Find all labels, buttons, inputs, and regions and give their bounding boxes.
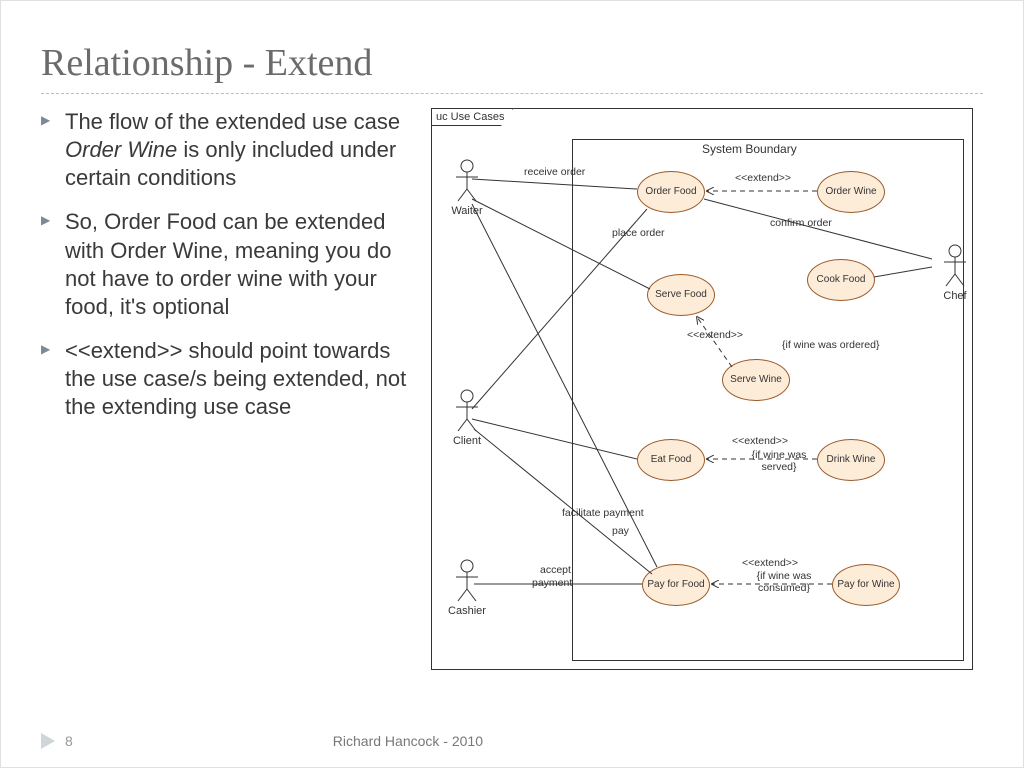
actor-label: Client bbox=[442, 435, 492, 447]
chevron-right-icon bbox=[41, 733, 55, 749]
edge-label-accept: accept bbox=[540, 564, 571, 576]
actor-label: Cashier bbox=[442, 605, 492, 617]
edge-label-receive-order: receive order bbox=[524, 166, 585, 178]
edge-label-place-order: place order bbox=[612, 227, 665, 239]
actor-chef: Chef bbox=[930, 244, 980, 302]
title-divider bbox=[41, 93, 983, 94]
diagram-frame: uc Use Cases System Boundary Waiter Clie… bbox=[431, 108, 973, 670]
stick-figure-icon bbox=[940, 244, 970, 288]
diagram-column: uc Use Cases System Boundary Waiter Clie… bbox=[431, 108, 983, 670]
actor-label: Waiter bbox=[442, 205, 492, 217]
bullet-text: <<extend>> should point towards the use … bbox=[65, 338, 406, 419]
bullet-list: The flow of the extended use case Order … bbox=[41, 108, 411, 422]
edge-label-extend: <<extend>> bbox=[742, 557, 798, 569]
usecase-order-food: Order Food bbox=[637, 171, 705, 213]
frame-label: uc Use Cases bbox=[431, 108, 513, 126]
bullet-item: So, Order Food can be extended with Orde… bbox=[41, 208, 411, 321]
edge-label-payment: payment bbox=[532, 577, 572, 589]
edge-label-extend: <<extend>> bbox=[687, 329, 743, 341]
actor-waiter: Waiter bbox=[442, 159, 492, 217]
stick-figure-icon bbox=[452, 559, 482, 603]
actor-client: Client bbox=[442, 389, 492, 447]
usecase-eat-food: Eat Food bbox=[637, 439, 705, 481]
attribution: Richard Hancock - 2010 bbox=[333, 733, 483, 749]
bullet-text: So, Order Food can be extended with Orde… bbox=[65, 209, 392, 318]
usecase-drink-wine: Drink Wine bbox=[817, 439, 885, 481]
usecase-pay-for-food: Pay for Food bbox=[642, 564, 710, 606]
bullet-column: The flow of the extended use case Order … bbox=[41, 108, 411, 670]
usecase-serve-food: Serve Food bbox=[647, 274, 715, 316]
bullet-text-em: Order Wine bbox=[65, 137, 177, 162]
content-row: The flow of the extended use case Order … bbox=[41, 108, 983, 670]
usecase-pay-for-wine: Pay for Wine bbox=[832, 564, 900, 606]
edge-label-guard-served: {if wine was served} bbox=[744, 449, 814, 473]
slide: Relationship - Extend The flow of the ex… bbox=[0, 0, 1024, 768]
usecase-cook-food: Cook Food bbox=[807, 259, 875, 301]
bullet-item: <<extend>> should point towards the use … bbox=[41, 337, 411, 421]
edge-label-extend: <<extend>> bbox=[735, 172, 791, 184]
stick-figure-icon bbox=[452, 389, 482, 433]
edge-label-facilitate-payment: facilitate payment bbox=[562, 507, 644, 519]
actor-label: Chef bbox=[930, 290, 980, 302]
edge-label-guard-ordered: {if wine was ordered} bbox=[782, 339, 879, 351]
page-number: 8 bbox=[65, 733, 73, 749]
edge-label-extend: <<extend>> bbox=[732, 435, 788, 447]
slide-title: Relationship - Extend bbox=[41, 41, 983, 85]
bullet-item: The flow of the extended use case Order … bbox=[41, 108, 411, 192]
stick-figure-icon bbox=[452, 159, 482, 203]
edge-label-pay: pay bbox=[612, 525, 629, 537]
actor-cashier: Cashier bbox=[442, 559, 492, 617]
system-boundary-label: System Boundary bbox=[702, 142, 797, 156]
edge-label-guard-consumed: {if wine was consumed} bbox=[744, 570, 824, 594]
usecase-order-wine: Order Wine bbox=[817, 171, 885, 213]
usecase-serve-wine: Serve Wine bbox=[722, 359, 790, 401]
edge-label-confirm-order: confirm order bbox=[770, 217, 832, 229]
bullet-text-pre: The flow of the extended use case bbox=[65, 109, 400, 134]
footer: 8 Richard Hancock - 2010 bbox=[1, 733, 1023, 749]
